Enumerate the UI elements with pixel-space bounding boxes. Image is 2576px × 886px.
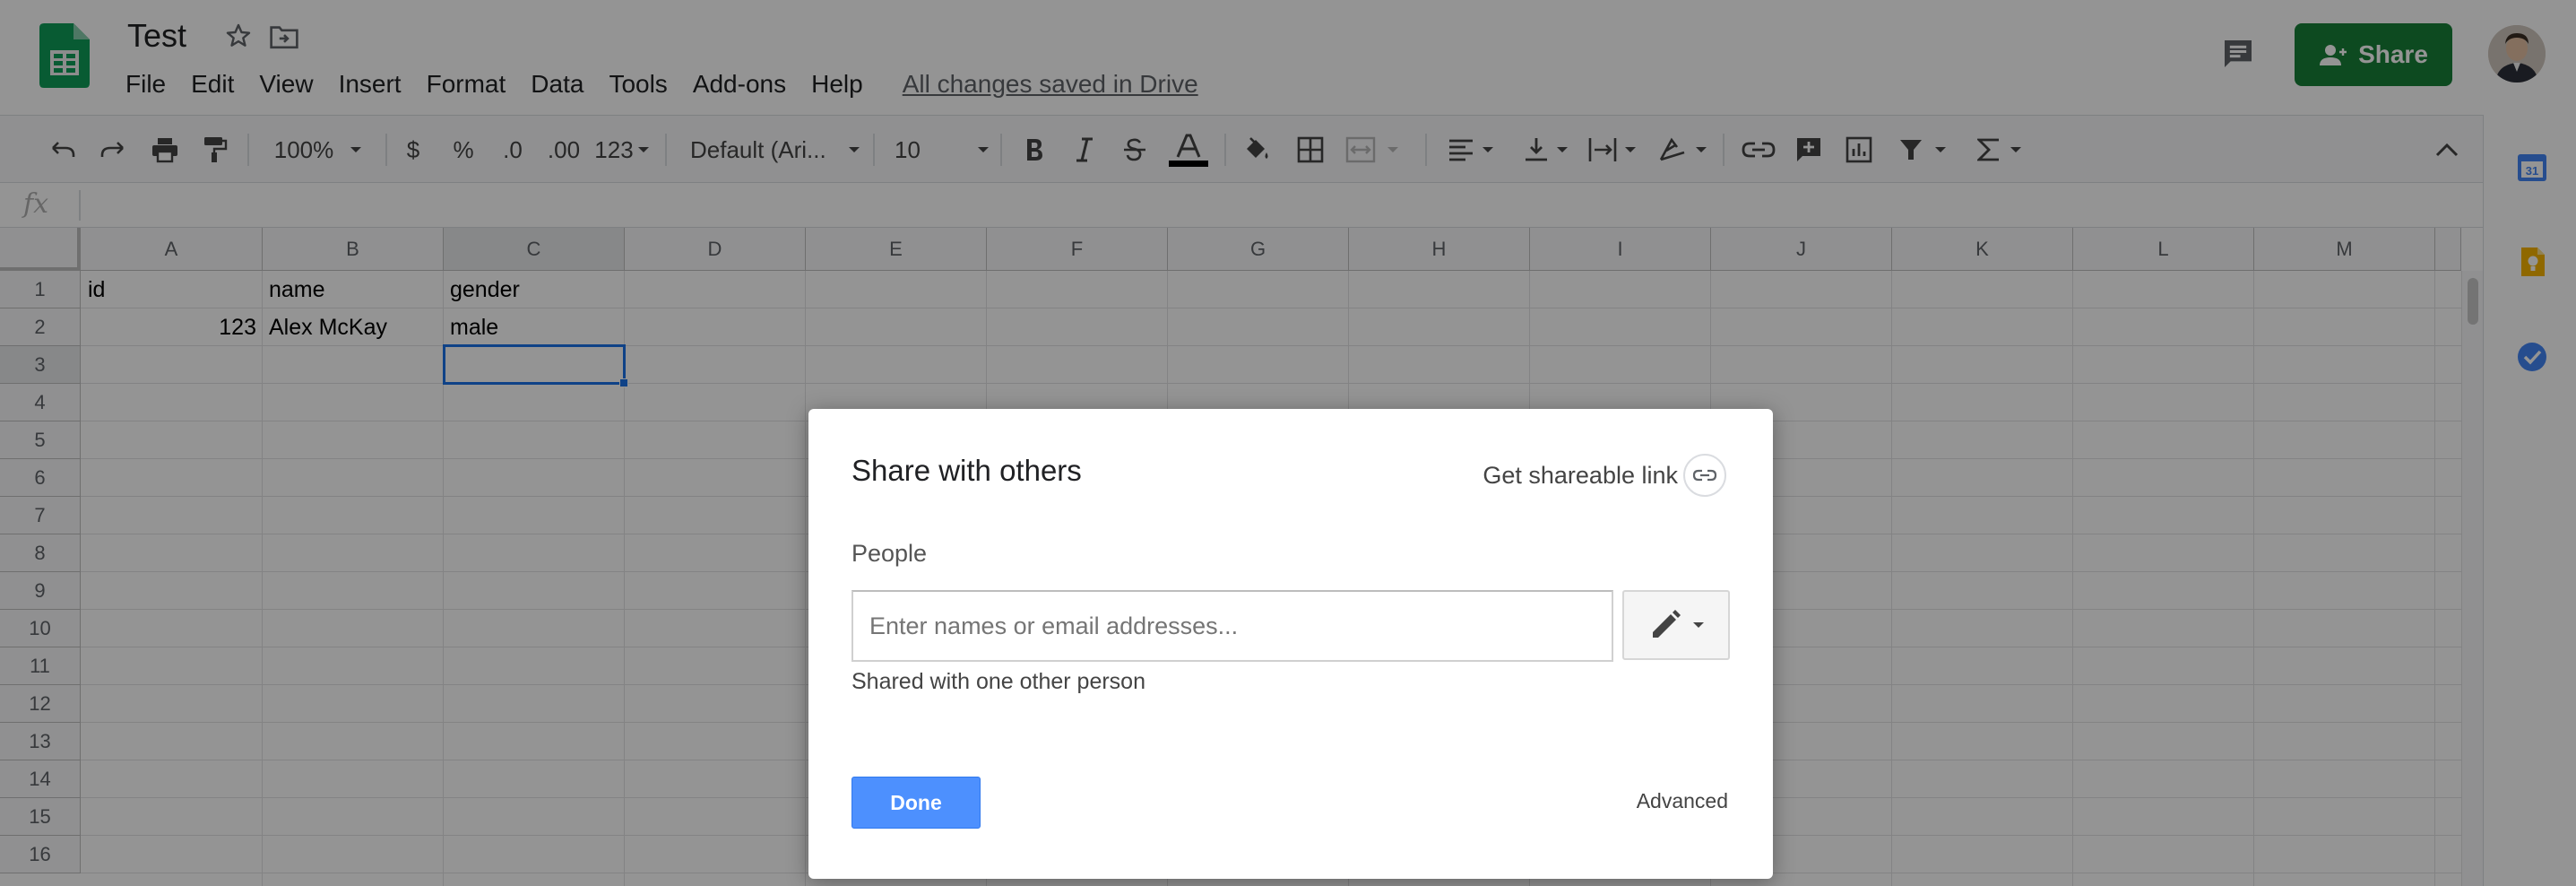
share-dialog: Share with others Get shareable link Peo… xyxy=(808,409,1773,879)
people-label: People xyxy=(851,540,928,567)
people-email-input[interactable] xyxy=(851,590,1613,662)
dialog-title: Share with others xyxy=(851,454,1082,487)
permission-dropdown[interactable] xyxy=(1622,590,1730,660)
link-chain-icon xyxy=(1683,454,1726,497)
shared-with-text: Shared with one other person xyxy=(851,669,1145,694)
done-button[interactable]: Done xyxy=(851,777,981,829)
advanced-link[interactable]: Advanced xyxy=(1637,789,1728,813)
shareable-link-label: Get shareable link xyxy=(1482,461,1678,489)
get-shareable-link-button[interactable]: Get shareable link xyxy=(1482,454,1726,497)
chevron-down-icon xyxy=(1693,622,1704,628)
edit-pencil-icon xyxy=(1653,610,1681,638)
